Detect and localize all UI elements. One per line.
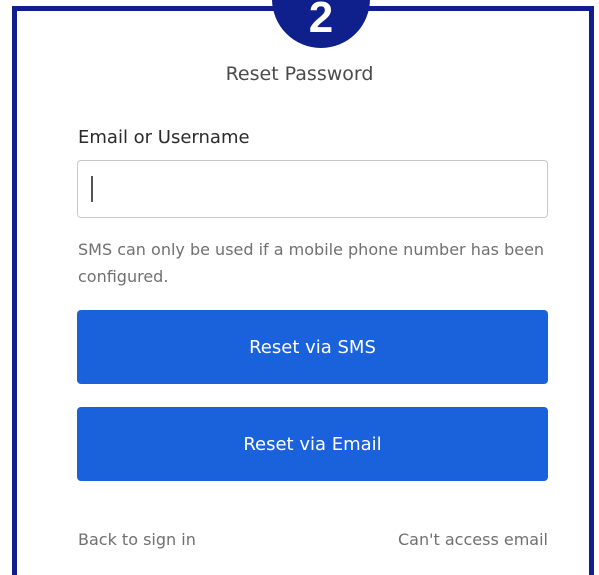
- step-number: 2: [308, 0, 334, 42]
- reset-via-sms-button[interactable]: Reset via SMS: [77, 310, 548, 384]
- frame-border-right: [589, 6, 594, 575]
- sms-helper-text: SMS can only be used if a mobile phone n…: [78, 240, 545, 286]
- email-username-input[interactable]: [77, 160, 548, 218]
- page-title: Reset Password: [225, 63, 374, 85]
- reset-via-email-button[interactable]: Reset via Email: [77, 407, 548, 481]
- reset-password-panel: 2 Reset Password Email or Username SMS c…: [0, 0, 599, 575]
- cant-access-email-link[interactable]: Can't access email: [398, 530, 548, 549]
- back-to-sign-in-link[interactable]: Back to sign in: [78, 530, 196, 549]
- email-username-label: Email or Username: [78, 127, 250, 148]
- text-cursor: [91, 176, 93, 202]
- step-number-badge: 2: [272, 0, 370, 48]
- frame-border-left: [12, 6, 17, 575]
